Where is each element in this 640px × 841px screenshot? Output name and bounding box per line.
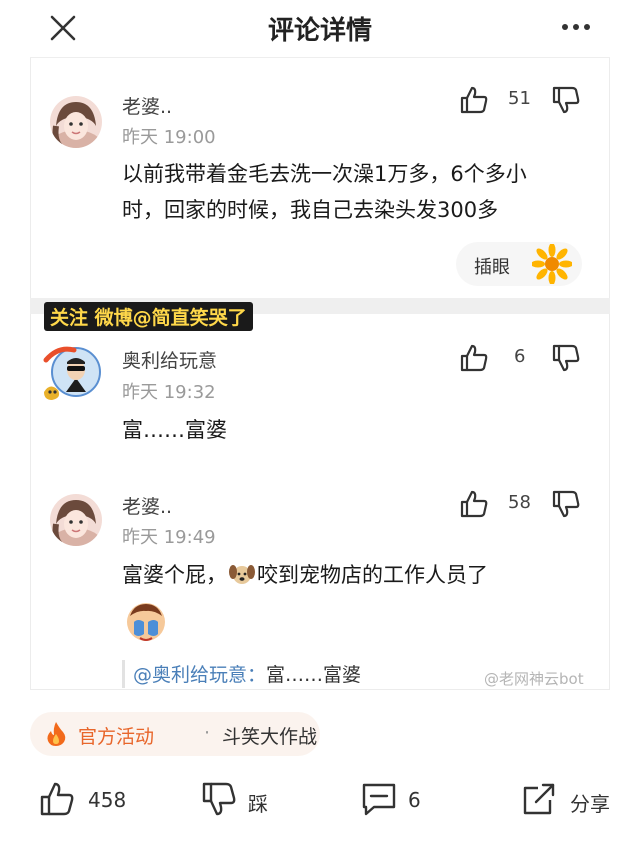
comment-like-group: 51 (458, 84, 582, 118)
reply-like-group: 6 (458, 342, 582, 376)
comment-icon (362, 783, 396, 816)
reaction-button[interactable]: 插眼 (456, 242, 582, 286)
share-icon (523, 783, 555, 815)
reply-like-group: 58 (458, 488, 582, 522)
bottom-like-count: 458 (88, 788, 127, 812)
fire-icon (47, 722, 66, 746)
comment-text: 以前我带着金毛去洗一次澡1万多，6个多小 时，回家的时候，我自己去染头发300多 (122, 156, 602, 228)
comment-username[interactable]: 老婆.. (122, 92, 172, 119)
page-title: 评论详情 (267, 16, 372, 46)
quote-text: 富……富婆 (266, 664, 362, 686)
share-button[interactable]: 分享 (520, 780, 620, 820)
bottom-comment-count: 6 (408, 788, 421, 812)
reply-text-before: 富婆个屁， (122, 563, 227, 587)
thumbs-up-icon (40, 782, 74, 816)
thumbs-up-icon[interactable] (458, 84, 490, 116)
avatar[interactable] (40, 342, 102, 404)
like-count: 58 (508, 492, 531, 513)
reply-username[interactable]: 奥利给玩意 (122, 346, 217, 373)
thumbs-down-icon[interactable] (550, 488, 582, 520)
reply-timestamp: 昨天 19:32 (122, 382, 216, 403)
quote-mention-link[interactable]: @奥利给玩意： (133, 664, 266, 686)
thumbs-down-icon[interactable] (550, 84, 582, 116)
like-button[interactable]: 458 (38, 780, 148, 820)
like-count: 6 (514, 346, 526, 367)
comment-timestamp: 昨天 19:00 (122, 127, 216, 148)
reply-timestamp: 昨天 19:49 (122, 527, 216, 548)
activity-banner[interactable]: 官方活动 · 斗笑大作战 (30, 712, 320, 756)
header: 评论详情 (30, 0, 610, 58)
reply-text: 富婆个屁， 咬到宠物店的工作人员了 (122, 557, 488, 593)
watermark-prefix: 关注 微博 (50, 307, 133, 329)
watermark-bottom: @老网神云bot (484, 670, 584, 688)
reply-username[interactable]: 老婆.. (122, 492, 172, 519)
thumbs-up-icon[interactable] (458, 342, 490, 374)
activity-separator: · (204, 722, 211, 744)
like-count: 51 (508, 88, 531, 109)
share-label: 分享 (570, 792, 610, 816)
dog-emoji-icon (229, 565, 255, 584)
comment-button[interactable]: 6 (360, 780, 440, 820)
reaction-label: 插眼 (474, 257, 510, 278)
avatar[interactable] (50, 494, 102, 546)
flower-icon (532, 244, 572, 284)
comment-text-line-1: 以前我带着金毛去洗一次澡1万多，6个多小 (122, 162, 527, 186)
comment-text-line-2: 时，回家的时候，我自己去染头发300多 (122, 198, 499, 222)
thumbs-up-icon[interactable] (458, 488, 490, 520)
reply-quote[interactable]: @奥利给玩意：富……富婆 (122, 660, 361, 688)
reply-text: 富……富婆 (122, 418, 227, 442)
thumbs-down-icon[interactable] (550, 342, 582, 374)
dislike-button[interactable]: 踩 (200, 780, 290, 820)
more-icon[interactable] (558, 12, 594, 42)
avatar[interactable] (50, 96, 102, 148)
activity-name: 斗笑大作战 (222, 726, 318, 748)
bottom-action-bar: 458 踩 6 分享 (0, 770, 640, 830)
activity-tag: 官方活动 (78, 726, 155, 748)
thumbs-down-icon (202, 782, 236, 816)
watermark-top: 关注 微博@简直笑哭了 (44, 302, 253, 331)
dislike-label: 踩 (248, 792, 268, 816)
watermark-handle: @简直笑哭了 (132, 307, 247, 329)
reply-text-after: 咬到宠物店的工作人员了 (257, 563, 488, 587)
facepalm-emoji-icon (127, 603, 165, 641)
